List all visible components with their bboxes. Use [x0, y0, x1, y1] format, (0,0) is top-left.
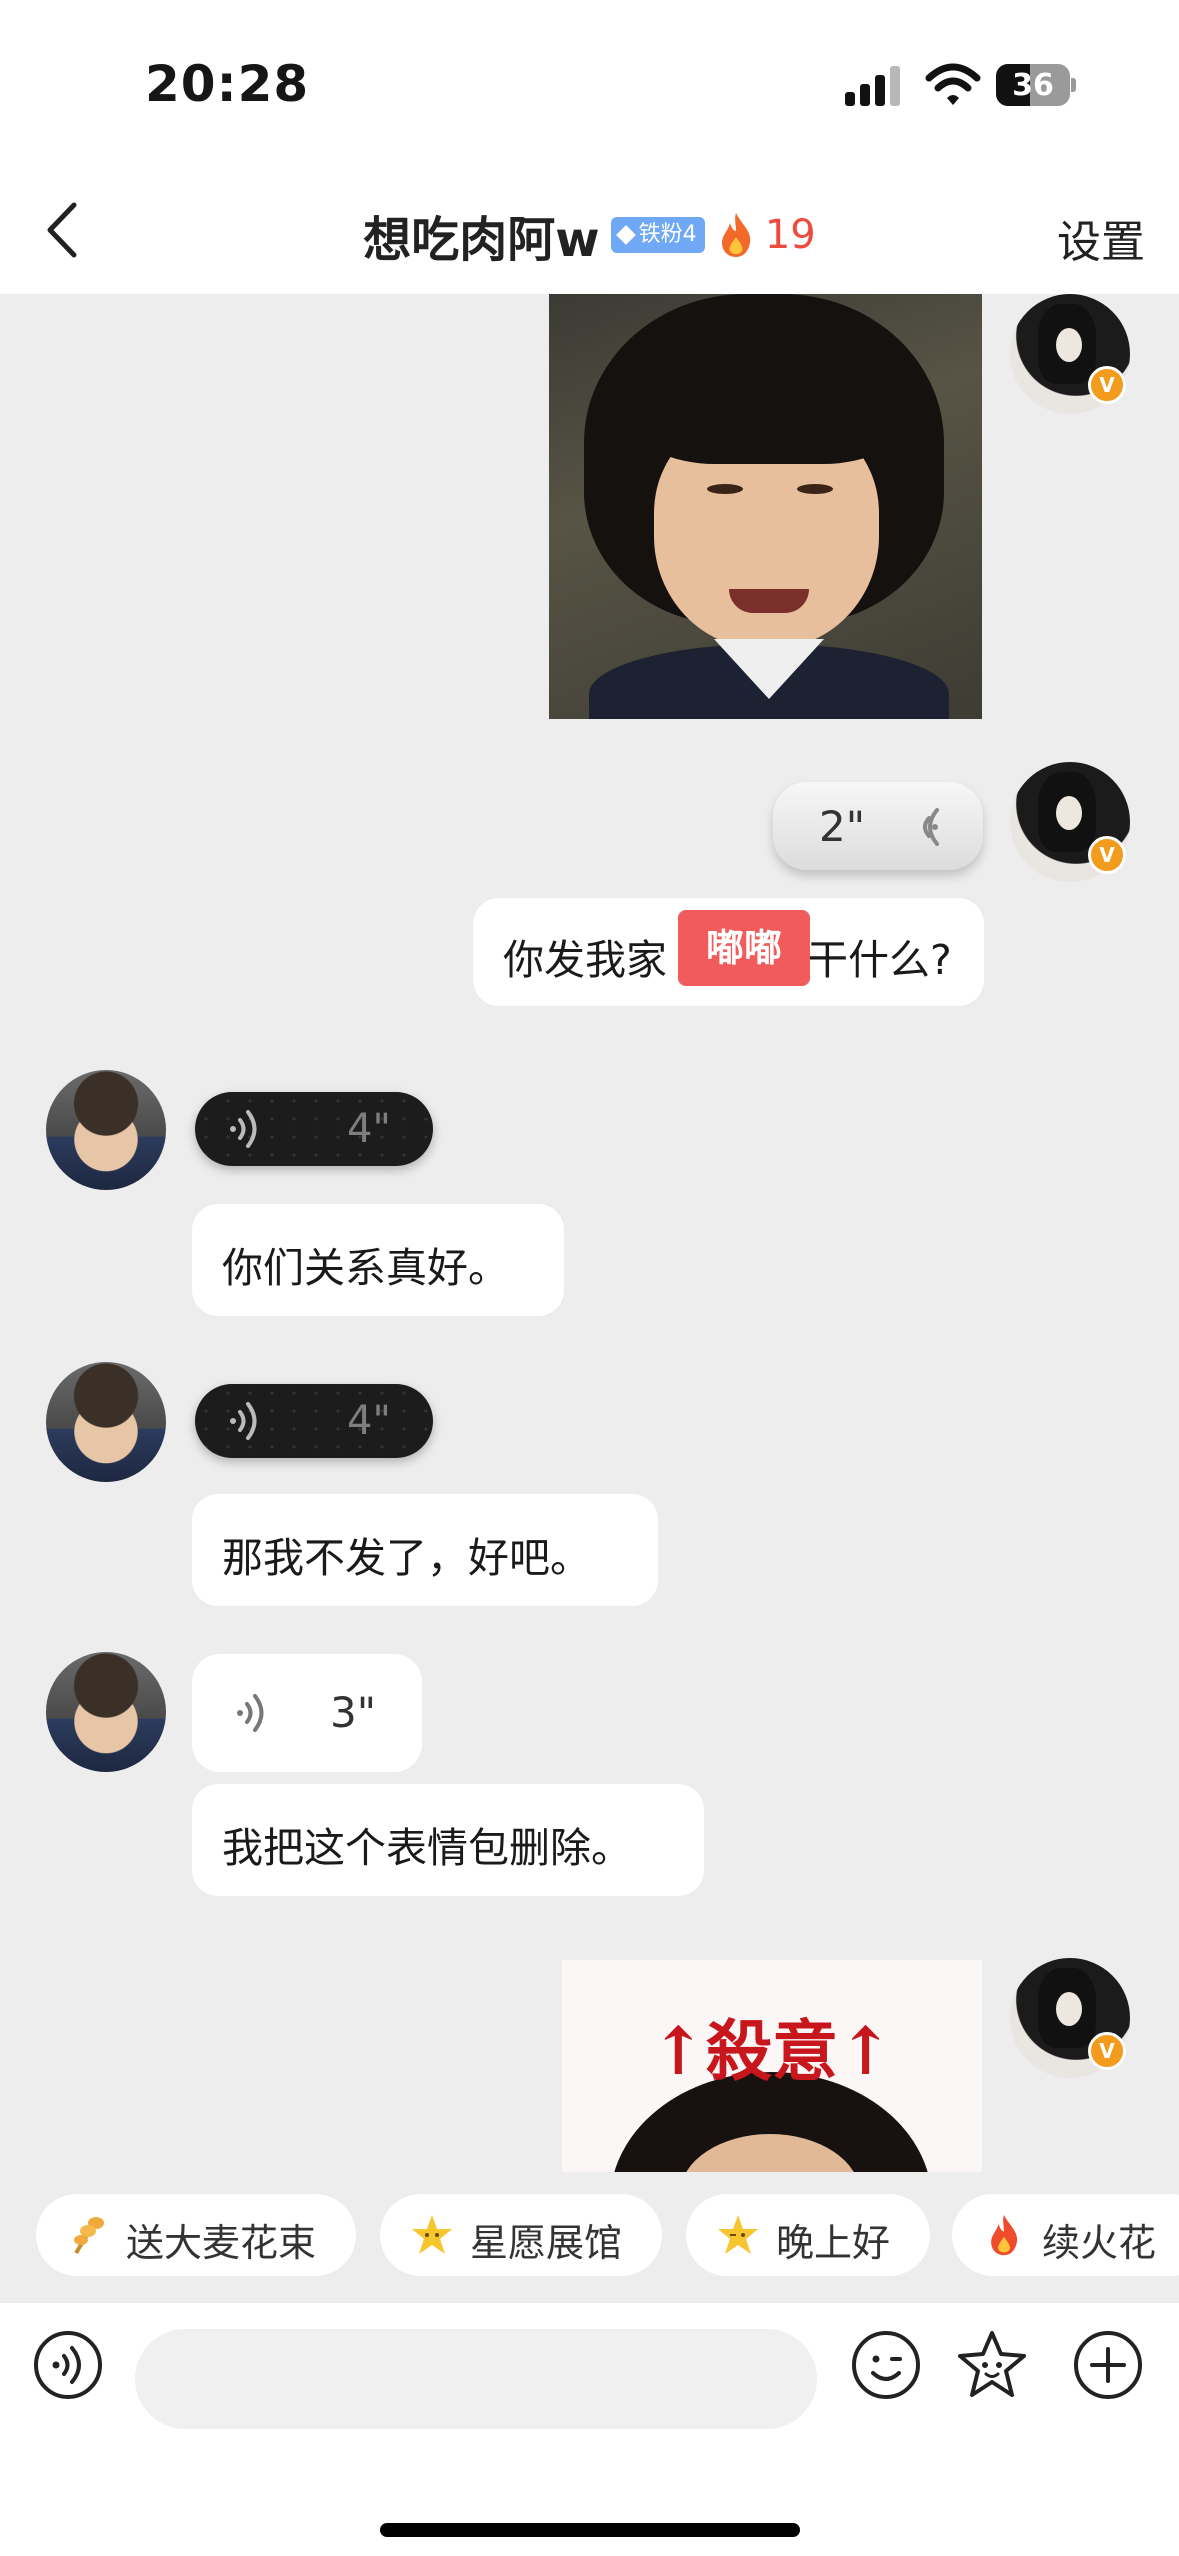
- message-text: 我把这个表情包删除。: [222, 1824, 632, 1872]
- message-text: 你们关系真好。: [222, 1244, 509, 1292]
- quick-reply-label: 星愿展馆: [470, 2221, 623, 2265]
- quick-reply-label: 送大麦花束: [126, 2221, 317, 2265]
- add-icon[interactable]: [1072, 2329, 1144, 2401]
- text-message[interactable]: 那我不发了，好吧。: [192, 1494, 658, 1606]
- quick-reply-star-gallery[interactable]: 星愿展馆: [380, 2194, 662, 2276]
- cellular-signal-icon: [845, 66, 903, 106]
- voice-wave-icon: [923, 808, 939, 846]
- battery-icon: 36: [996, 64, 1076, 106]
- settings-button[interactable]: 设置: [1057, 206, 1145, 270]
- fan-level-label: 铁粉4: [638, 222, 697, 247]
- voice-wave-icon: [237, 1694, 264, 1732]
- crying-boy-image-message[interactable]: [549, 294, 982, 719]
- voice-duration: 4": [347, 1106, 391, 1152]
- message-text: 那我不发了，好吧。: [222, 1534, 591, 1582]
- voice-message[interactable]: 4": [195, 1092, 433, 1166]
- streak-count: 19: [764, 212, 816, 258]
- message-input[interactable]: [135, 2329, 817, 2429]
- voice-message[interactable]: 2": [773, 782, 983, 870]
- chat-title: 想吃肉阿w: [363, 212, 600, 268]
- quick-reply-send-bouquet[interactable]: 送大麦花束: [36, 2194, 356, 2276]
- status-bar: 20:28 36: [0, 0, 1179, 170]
- star-wink-icon: [718, 2215, 758, 2254]
- voice-duration: 2": [819, 802, 866, 851]
- quick-reply-bar[interactable]: 送大麦花束 星愿展馆 晚上好 续火花: [0, 2172, 1179, 2302]
- diamond-icon: [615, 225, 636, 245]
- quick-reply-label: 续火花: [1042, 2221, 1157, 2265]
- message-text-start: 你发我家: [503, 936, 667, 984]
- voice-duration: 4": [347, 1398, 391, 1444]
- voice-wave-icon: [230, 1402, 257, 1440]
- voice-duration: 3": [330, 1688, 377, 1737]
- message-input-bar: [0, 2302, 1179, 2556]
- verified-badge-icon: V: [1088, 2032, 1126, 2070]
- star-face-icon: [412, 2215, 452, 2254]
- meme-caption: ↑殺意↑: [650, 2012, 894, 2090]
- emoji-icon[interactable]: [850, 2329, 922, 2401]
- contact-avatar[interactable]: [46, 1070, 166, 1190]
- message-text-end: 干什么?: [807, 936, 952, 984]
- fan-level-badge: 铁粉4: [610, 217, 705, 253]
- fire-icon: [721, 213, 751, 257]
- fire-icon: [991, 2214, 1018, 2256]
- sticker-overlay-tag: 嘟嘟: [678, 910, 810, 986]
- verified-badge-icon: V: [1088, 836, 1126, 874]
- home-indicator: [380, 2523, 800, 2537]
- quick-reply-label: 晚上好: [776, 2221, 891, 2265]
- voice-wave-icon: [230, 1110, 257, 1148]
- chat-title-group[interactable]: 想吃肉阿w 铁粉4 19: [0, 200, 1179, 270]
- voice-message[interactable]: 4": [195, 1384, 433, 1458]
- status-time: 20:28: [145, 55, 310, 113]
- voice-message[interactable]: 3": [192, 1654, 422, 1772]
- contact-avatar[interactable]: [46, 1652, 166, 1772]
- text-message[interactable]: 我把这个表情包删除。: [192, 1784, 704, 1896]
- chat-header: 想吃肉阿w 铁粉4 19 设置: [0, 170, 1179, 294]
- message-list[interactable]: V V 2" 你发我家 干什么? 嘟嘟 4" 你们关系真好。 4" 那我不发了，…: [0, 294, 1179, 2172]
- quick-reply-good-evening[interactable]: 晚上好: [686, 2194, 930, 2276]
- wheat-bouquet-icon: [74, 2217, 104, 2255]
- quick-reply-continue-spark[interactable]: 续火花: [952, 2194, 1179, 2276]
- meme-image-message[interactable]: ↑殺意↑: [562, 1960, 982, 2172]
- wifi-icon: [925, 63, 981, 105]
- star-sticker-icon[interactable]: [956, 2329, 1028, 2401]
- verified-badge-icon: V: [1088, 366, 1126, 404]
- contact-avatar[interactable]: [46, 1362, 166, 1482]
- voice-input-icon[interactable]: [32, 2329, 104, 2401]
- text-message[interactable]: 你们关系真好。: [192, 1204, 564, 1316]
- battery-level: 36: [1012, 68, 1054, 103]
